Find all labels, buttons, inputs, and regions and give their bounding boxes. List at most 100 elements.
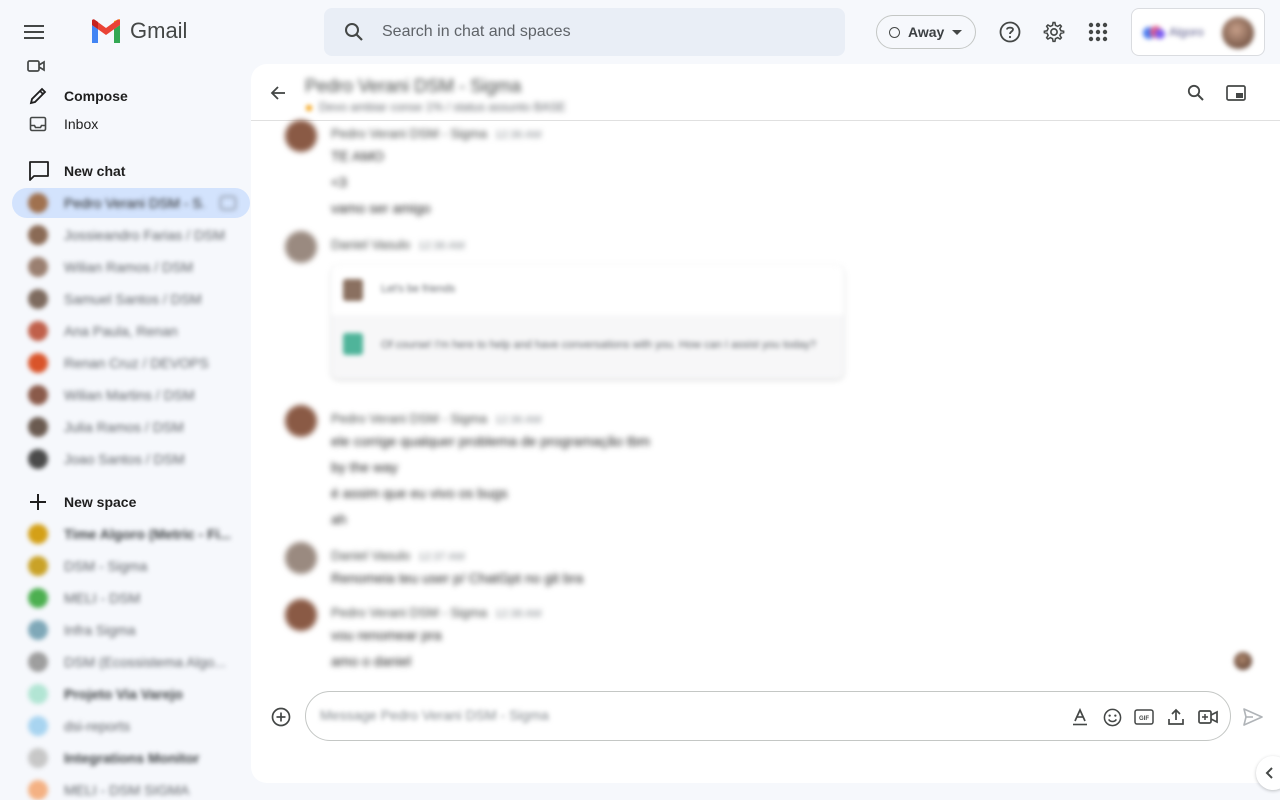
chat-item[interactable]: Wilian Martins / DSM bbox=[12, 380, 250, 410]
organization-logo: Algoro bbox=[1142, 24, 1214, 40]
gmail-logo[interactable]: Gmail bbox=[90, 18, 187, 44]
message-composer[interactable]: GIF bbox=[305, 691, 1231, 741]
read-receipt-avatar bbox=[1234, 652, 1252, 670]
space-item[interactable]: Integrations Monitor bbox=[12, 743, 250, 773]
space-item[interactable]: MELI - DSM SIGMA bbox=[12, 775, 250, 800]
space-item[interactable]: Infra Sigma bbox=[12, 615, 250, 645]
send-icon[interactable] bbox=[1241, 705, 1265, 729]
video-meeting-icon[interactable] bbox=[1196, 705, 1220, 729]
chat-name: Wilian Ramos / DSM bbox=[64, 259, 194, 275]
conversation-subtitle: Devo ambiar conse 1% / status assunto BA… bbox=[319, 100, 566, 114]
account-switcher[interactable]: Algoro bbox=[1131, 8, 1265, 56]
message-input[interactable] bbox=[320, 707, 1020, 723]
space-name: Projeto Via Varejo bbox=[64, 686, 183, 702]
conversation-title[interactable]: Pedro Verani DSM - Sigma bbox=[305, 76, 521, 97]
card-prompt-row: Let's be friends bbox=[331, 265, 844, 315]
new-space-label: New space bbox=[64, 494, 137, 510]
message-sender: Pedro Verani DSM - Sigma 12:36 AM bbox=[331, 411, 542, 426]
space-icon bbox=[28, 780, 48, 800]
avatar bbox=[28, 225, 48, 245]
message-text: Renomeia teu user p/ ChatGpt no git bra bbox=[331, 570, 584, 586]
space-icon bbox=[28, 652, 48, 672]
sender-name: Pedro Verani DSM - Sigma bbox=[331, 126, 488, 141]
avatar bbox=[28, 193, 48, 213]
space-name: DSM - Sigma bbox=[64, 558, 148, 574]
chat-options-icon[interactable] bbox=[220, 196, 236, 210]
chat-item[interactable]: Joao Santos / DSM bbox=[12, 444, 250, 474]
search-icon[interactable] bbox=[342, 20, 366, 44]
inbox-icon bbox=[26, 112, 50, 136]
message-sender: Pedro Verani DSM - Sigma 12:36 AM bbox=[331, 126, 542, 141]
space-name: Time Algoro (Metric - Fi... bbox=[64, 526, 230, 542]
search-input[interactable] bbox=[382, 23, 782, 41]
chat-item[interactable]: Samuel Santos / DSM bbox=[12, 284, 250, 314]
chat-item[interactable]: Ana Paula, Renan bbox=[12, 316, 250, 346]
collapse-side-panel-button[interactable] bbox=[1256, 756, 1280, 790]
chat-item[interactable]: Renan Cruz / DEVOPS bbox=[12, 348, 250, 378]
space-icon bbox=[28, 556, 48, 576]
message-time: 12:36 AM bbox=[495, 129, 542, 141]
message-time: 12:36 AM bbox=[495, 414, 542, 426]
space-item[interactable]: MELI - DSM bbox=[12, 583, 250, 613]
chat-name: Pedro Verani DSM - S... bbox=[64, 195, 204, 211]
space-item[interactable]: DSM - Sigma bbox=[12, 551, 250, 581]
main-menu-icon[interactable] bbox=[18, 16, 50, 48]
space-item[interactable]: Time Algoro (Metric - Fi... bbox=[12, 519, 250, 549]
pencil-icon bbox=[26, 84, 50, 108]
message-text: TE AMO bbox=[331, 148, 384, 164]
picture-in-picture-icon[interactable] bbox=[1223, 80, 1249, 106]
avatar bbox=[343, 279, 363, 301]
emoji-icon[interactable] bbox=[1100, 705, 1124, 729]
chat-item[interactable]: Wilian Ramos / DSM bbox=[12, 252, 250, 282]
space-icon bbox=[28, 716, 48, 736]
avatar bbox=[285, 231, 317, 263]
space-item[interactable]: dsi-reports bbox=[12, 711, 250, 741]
new-chat-label: New chat bbox=[64, 163, 126, 179]
space-icon bbox=[28, 748, 48, 768]
space-name: MELI - DSM bbox=[64, 590, 141, 606]
chat-name: Julia Ramos / DSM bbox=[64, 419, 184, 435]
apps-grid-icon[interactable] bbox=[1082, 16, 1114, 48]
card-reply-row: Of course! I'm here to help and have con… bbox=[331, 315, 844, 379]
text-format-icon[interactable] bbox=[1068, 705, 1092, 729]
message-time: 12:36 AM bbox=[418, 240, 465, 252]
help-icon[interactable] bbox=[994, 16, 1026, 48]
space-item[interactable]: Projeto Via Varejo bbox=[12, 679, 250, 709]
avatar bbox=[28, 289, 48, 309]
conversation-header: Pedro Verani DSM - Sigma Devo ambiar con… bbox=[251, 64, 1280, 121]
avatar bbox=[28, 385, 48, 405]
avatar[interactable] bbox=[1222, 17, 1254, 49]
upload-icon[interactable] bbox=[1164, 705, 1188, 729]
compose-label: Compose bbox=[64, 88, 128, 104]
chat-name: Jossieandro Farias / DSM bbox=[64, 227, 226, 243]
chat-name: Joao Santos / DSM bbox=[64, 451, 185, 467]
avatar bbox=[285, 599, 317, 631]
space-icon bbox=[28, 620, 48, 640]
sidebar-item-inbox[interactable]: Inbox bbox=[0, 108, 250, 140]
organization-name: Algoro bbox=[1169, 25, 1204, 39]
back-arrow-icon[interactable] bbox=[265, 80, 291, 106]
new-space-button[interactable]: New space bbox=[0, 486, 250, 518]
status-dropdown[interactable]: Away bbox=[876, 15, 976, 49]
gmail-m-icon bbox=[92, 19, 120, 43]
avatar bbox=[28, 417, 48, 437]
new-chat-button[interactable]: New chat bbox=[0, 155, 250, 187]
chat-item[interactable]: Pedro Verani DSM - S... bbox=[12, 188, 250, 218]
gear-icon[interactable] bbox=[1038, 16, 1070, 48]
gif-icon[interactable]: GIF bbox=[1132, 705, 1156, 729]
away-status-icon bbox=[889, 26, 900, 38]
meet-row[interactable] bbox=[0, 50, 250, 82]
chat-item[interactable]: Julia Ramos / DSM bbox=[12, 412, 250, 442]
message-time: 12:38 AM bbox=[495, 608, 542, 620]
shared-chat-card[interactable]: Let's be friends Of course! I'm here to … bbox=[331, 265, 844, 379]
search-icon[interactable] bbox=[1183, 80, 1209, 106]
space-item[interactable]: DSM (Ecossistema Algo... bbox=[12, 647, 250, 677]
svg-text:GIF: GIF bbox=[1139, 716, 1149, 722]
add-plus-circle-icon[interactable] bbox=[270, 706, 292, 728]
status-dot bbox=[306, 105, 312, 111]
chat-name: Ana Paula, Renan bbox=[64, 323, 178, 339]
avatar bbox=[285, 542, 317, 574]
avatar bbox=[285, 120, 317, 152]
search-bar[interactable] bbox=[324, 8, 845, 56]
chat-item[interactable]: Jossieandro Farias / DSM bbox=[12, 220, 250, 250]
